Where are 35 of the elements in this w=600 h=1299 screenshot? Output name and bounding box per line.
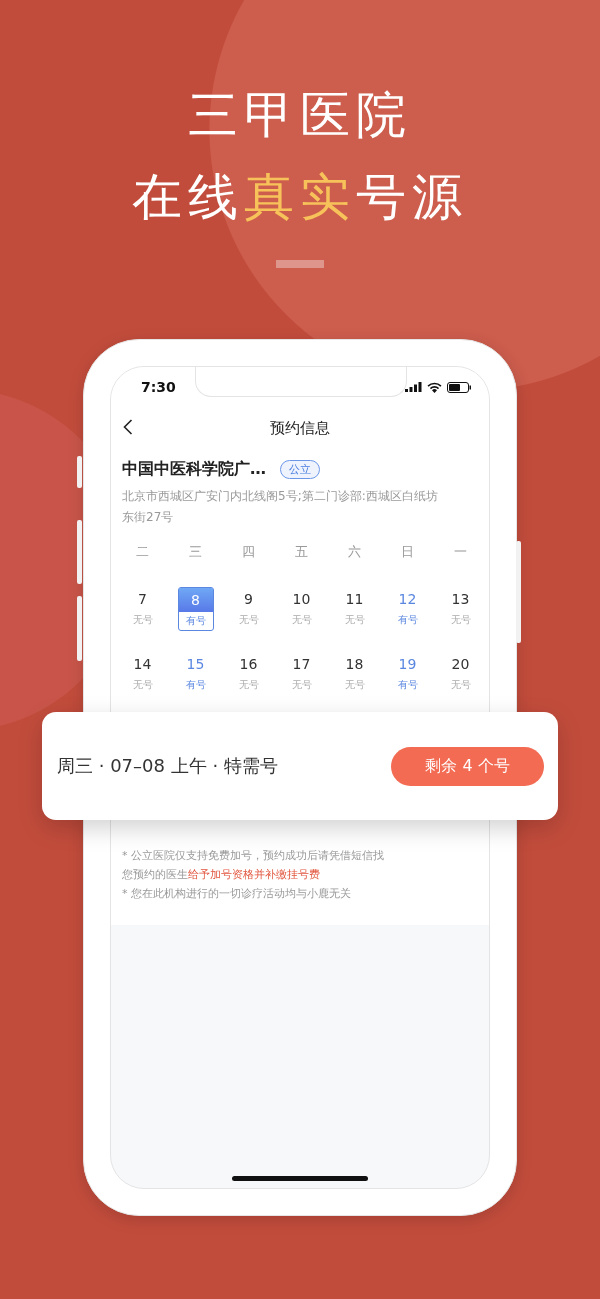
accent-bar — [276, 260, 324, 268]
calendar-day[interactable]: 14 无号 — [124, 652, 161, 696]
calendar-day[interactable]: 11 无号 — [336, 587, 373, 631]
calendar-day[interactable]: 19 有号 — [389, 652, 426, 696]
weekday-label: 四 — [242, 543, 255, 561]
notice-text: * 您在此机构进行的一切诊疗活动均与小鹿无关 — [122, 886, 352, 902]
weekday-label: 六 — [348, 543, 361, 561]
calendar-day[interactable]: 15 有号 — [177, 652, 214, 696]
weekday-label: 日 — [401, 543, 414, 561]
weekday-label: 五 — [295, 543, 308, 561]
calendar-day[interactable]: 16 无号 — [230, 652, 267, 696]
calendar-day[interactable]: 20 无号 — [442, 652, 479, 696]
notice-text: * 公立医院仅支持免费加号，预约成功后请凭借短信找您预约的医生给予加号资格并补缴挂号费 — [122, 848, 385, 883]
calendar-day[interactable]: 12 有号 — [389, 587, 426, 631]
hospital-tag: 公立 — [280, 460, 320, 479]
headline-text: 在线真实号源 — [132, 167, 468, 228]
weekday-label: 三 — [189, 543, 202, 561]
hospital-name: 中国中医科学院广… — [122, 459, 266, 480]
calendar-day[interactable]: 7 无号 — [124, 587, 161, 631]
wifi-icon — [427, 381, 442, 393]
weekday-label: 二 — [136, 543, 149, 561]
slot-info: 周三 · 07–08 上午 · 特需号 — [57, 754, 278, 778]
calendar-day[interactable]: 18 无号 — [336, 652, 373, 696]
calendar-day[interactable]: 9 无号 — [230, 587, 267, 631]
headline-text: 三甲医院 — [188, 85, 412, 146]
battery-icon — [447, 381, 471, 393]
status-time: 7:30 — [141, 379, 176, 395]
hospital-address: 北京市西城区广安门内北线阁5号;第二门诊部:西城区白纸坊东街27号 — [122, 488, 439, 526]
back-icon[interactable] — [123, 419, 133, 435]
page-title: 预约信息 — [270, 418, 330, 438]
calendar-day[interactable]: 8 有号 — [177, 587, 214, 631]
calendar-day[interactable]: 10 无号 — [283, 587, 320, 631]
signal-icon — [405, 382, 422, 392]
calendar-day[interactable]: 17 无号 — [283, 652, 320, 696]
calendar-day[interactable]: 13 无号 — [442, 587, 479, 631]
